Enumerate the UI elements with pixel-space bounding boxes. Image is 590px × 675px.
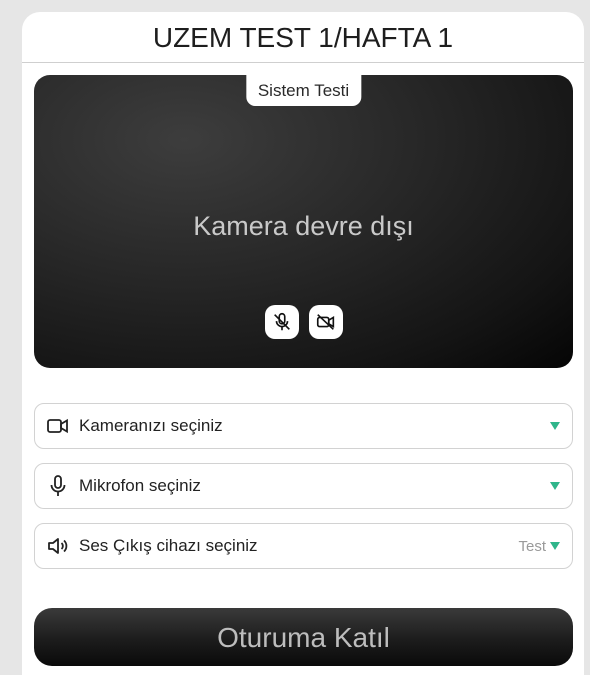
join-session-button[interactable]: Oturuma Katıl [34, 608, 573, 666]
page-title: UZEM TEST 1/HAFTA 1 [22, 12, 584, 63]
toggle-camera-button[interactable] [308, 305, 343, 339]
microphone-off-icon [273, 312, 290, 331]
speaker-icon [45, 533, 71, 559]
camera-select[interactable]: Kameranızı seçiniz [34, 403, 573, 449]
camera-preview: Sistem Testi Kamera devre dışı [34, 75, 573, 368]
speaker-test-button[interactable]: Test [518, 538, 546, 555]
camera-status-text: Kamera devre dışı [193, 211, 414, 241]
microphone-select-label: Mikrofon seçiniz [79, 476, 201, 495]
camera-select-label: Kameranızı seçiniz [79, 416, 223, 435]
system-test-tab[interactable]: Sistem Testi [245, 75, 362, 106]
preview-controls [34, 305, 573, 339]
microphone-select[interactable]: Mikrofon seçiniz [34, 463, 573, 509]
chevron-down-icon [550, 542, 560, 550]
video-camera-icon [45, 413, 71, 439]
speaker-select[interactable]: Ses Çıkış cihazı seçiniz Test [34, 523, 573, 569]
video-off-icon [316, 314, 334, 330]
microphone-icon [45, 473, 71, 499]
toggle-microphone-button[interactable] [264, 305, 299, 339]
lobby-card: UZEM TEST 1/HAFTA 1 Sistem Testi Kamera … [22, 12, 584, 675]
chevron-down-icon [550, 422, 560, 430]
chevron-down-icon [550, 482, 560, 490]
speaker-select-label: Ses Çıkış cihazı seçiniz [79, 536, 258, 555]
